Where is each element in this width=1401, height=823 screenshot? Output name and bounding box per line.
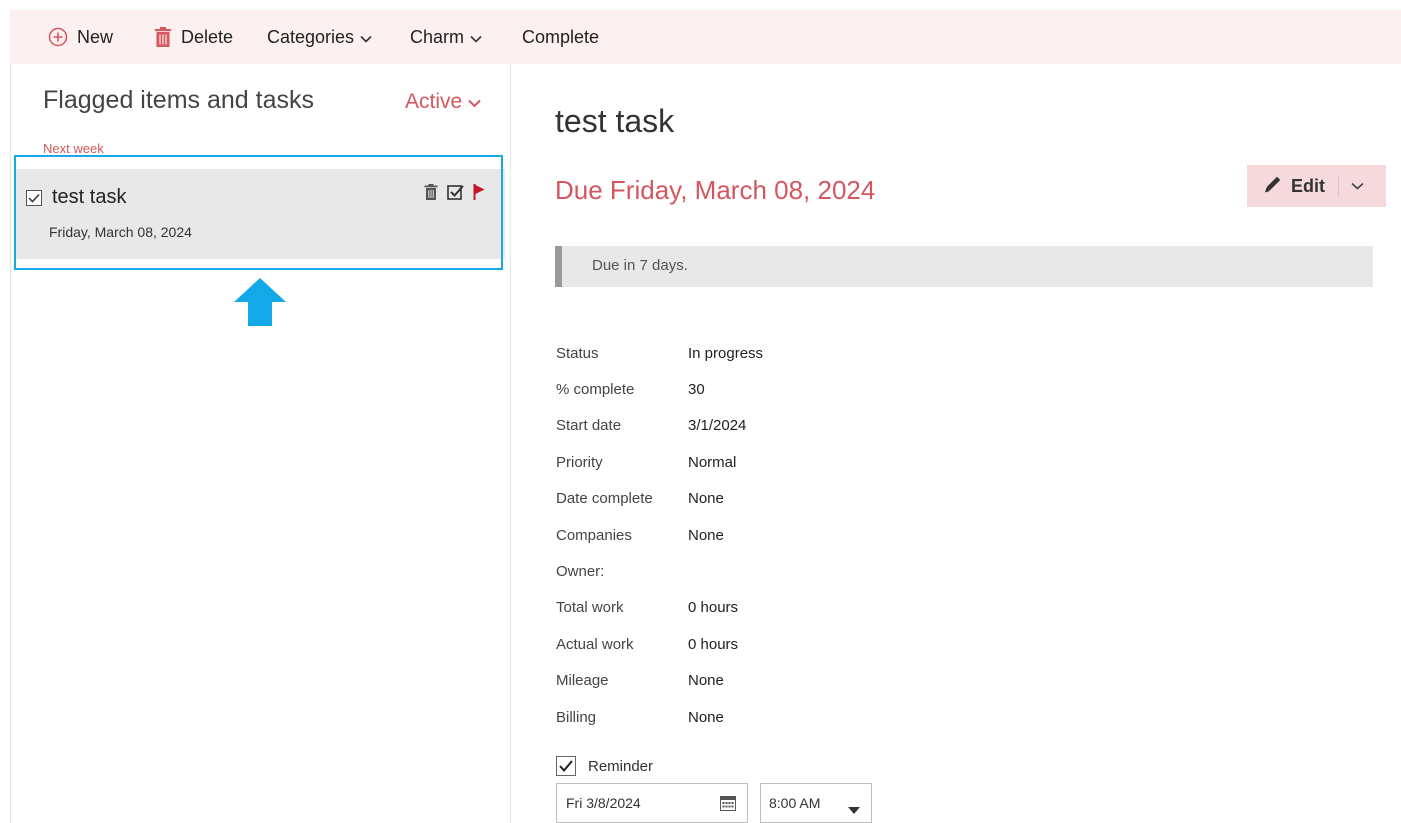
delete-button[interactable]: Delete (154, 27, 233, 48)
task-properties: Status In progress % complete 30 Start dat… (556, 335, 763, 735)
filter-label: Active (405, 90, 463, 113)
list-item[interactable]: test task Friday, March 08, 2024 (15, 169, 505, 259)
plus-circle-icon (48, 27, 68, 47)
property-label: Mileage (556, 672, 609, 690)
property-row: Billing None (556, 699, 763, 735)
property-value: None (688, 490, 724, 508)
property-row: Start date 3/1/2024 (556, 408, 763, 444)
calendar-icon[interactable] (720, 796, 736, 814)
due-notice: Due in 7 days. (555, 246, 1373, 287)
categories-dropdown[interactable]: Categories (267, 27, 372, 48)
charm-label: Charm (410, 26, 465, 47)
flag-icon[interactable] (473, 184, 485, 205)
pane-divider (10, 64, 11, 823)
due-date: Due Friday, March 08, 2024 (555, 175, 876, 205)
property-label: Date complete (556, 490, 653, 508)
checkbox-mark-icon[interactable] (447, 184, 464, 205)
divider (1338, 175, 1339, 197)
property-row: Total work 0 hours (556, 590, 763, 626)
reminder-time-value: 8:00 AM (769, 795, 821, 811)
reminder-toggle[interactable]: Reminder (556, 756, 653, 776)
trash-icon (154, 27, 172, 47)
property-row: Status In progress (556, 335, 763, 371)
property-value: None (688, 672, 724, 690)
command-bar: New Delete Categories Charm Complete (10, 10, 1401, 64)
property-value: None (688, 526, 724, 544)
property-value: Normal (688, 453, 737, 471)
property-row: Mileage None (556, 663, 763, 699)
reminder-date-value: Fri 3/8/2024 (566, 795, 641, 811)
reminder-checkbox[interactable] (556, 756, 576, 776)
property-row: % complete 30 (556, 371, 763, 407)
property-row: Companies None (556, 517, 763, 553)
property-label: Status (556, 344, 599, 362)
chevron-down-icon (470, 27, 482, 48)
row-actions (424, 184, 485, 205)
chevron-down-icon[interactable] (1351, 177, 1364, 195)
task-title: test task (52, 186, 127, 208)
property-value: 0 hours (688, 635, 739, 653)
reminder-time-select[interactable]: 8:00 AM (760, 783, 872, 823)
filter-dropdown[interactable]: Active (405, 90, 481, 114)
property-row: Date complete None (556, 481, 763, 517)
task-checkbox[interactable] (26, 190, 42, 206)
reminder-label: Reminder (588, 757, 654, 775)
property-label: % complete (556, 381, 635, 399)
arrow-up-icon (234, 278, 286, 326)
trash-icon[interactable] (424, 184, 438, 205)
property-label: Actual work (556, 635, 634, 653)
edit-button[interactable]: Edit (1247, 165, 1386, 207)
delete-label: Delete (181, 26, 234, 47)
property-label: Total work (556, 599, 624, 617)
due-notice-text: Due in 7 days. (592, 257, 688, 274)
property-value: None (688, 708, 724, 726)
chevron-down-icon (468, 90, 481, 114)
complete-button[interactable]: Complete (522, 27, 599, 48)
complete-label: Complete (522, 26, 600, 47)
property-value: 3/1/2024 (688, 417, 747, 435)
property-label: Owner: (556, 563, 605, 581)
new-label: New (77, 26, 114, 47)
list-title: Flagged items and tasks (43, 86, 314, 114)
charm-dropdown[interactable]: Charm (410, 27, 482, 48)
property-label: Billing (556, 708, 597, 726)
property-label: Companies (556, 526, 632, 544)
property-value: 0 hours (688, 599, 739, 617)
task-date: Friday, March 08, 2024 (49, 224, 192, 240)
property-row: Owner: (556, 553, 763, 589)
caret-down-icon (848, 801, 860, 817)
task-list-pane: Flagged items and tasks Active Next week… (10, 64, 511, 823)
new-button[interactable]: New (48, 27, 113, 48)
detail-title: test task (555, 103, 675, 139)
property-value: In progress (688, 344, 764, 362)
property-row: Priority Normal (556, 444, 763, 480)
group-header: Next week (43, 141, 104, 156)
property-label: Priority (556, 453, 603, 471)
edit-label: Edit (1291, 175, 1325, 196)
reminder-date-field[interactable]: Fri 3/8/2024 (556, 783, 748, 823)
property-row: Actual work 0 hours (556, 626, 763, 662)
categories-label: Categories (267, 26, 355, 47)
property-label: Start date (556, 417, 622, 435)
property-value: 30 (688, 381, 705, 399)
chevron-down-icon (360, 27, 372, 48)
pencil-icon (1263, 174, 1283, 199)
